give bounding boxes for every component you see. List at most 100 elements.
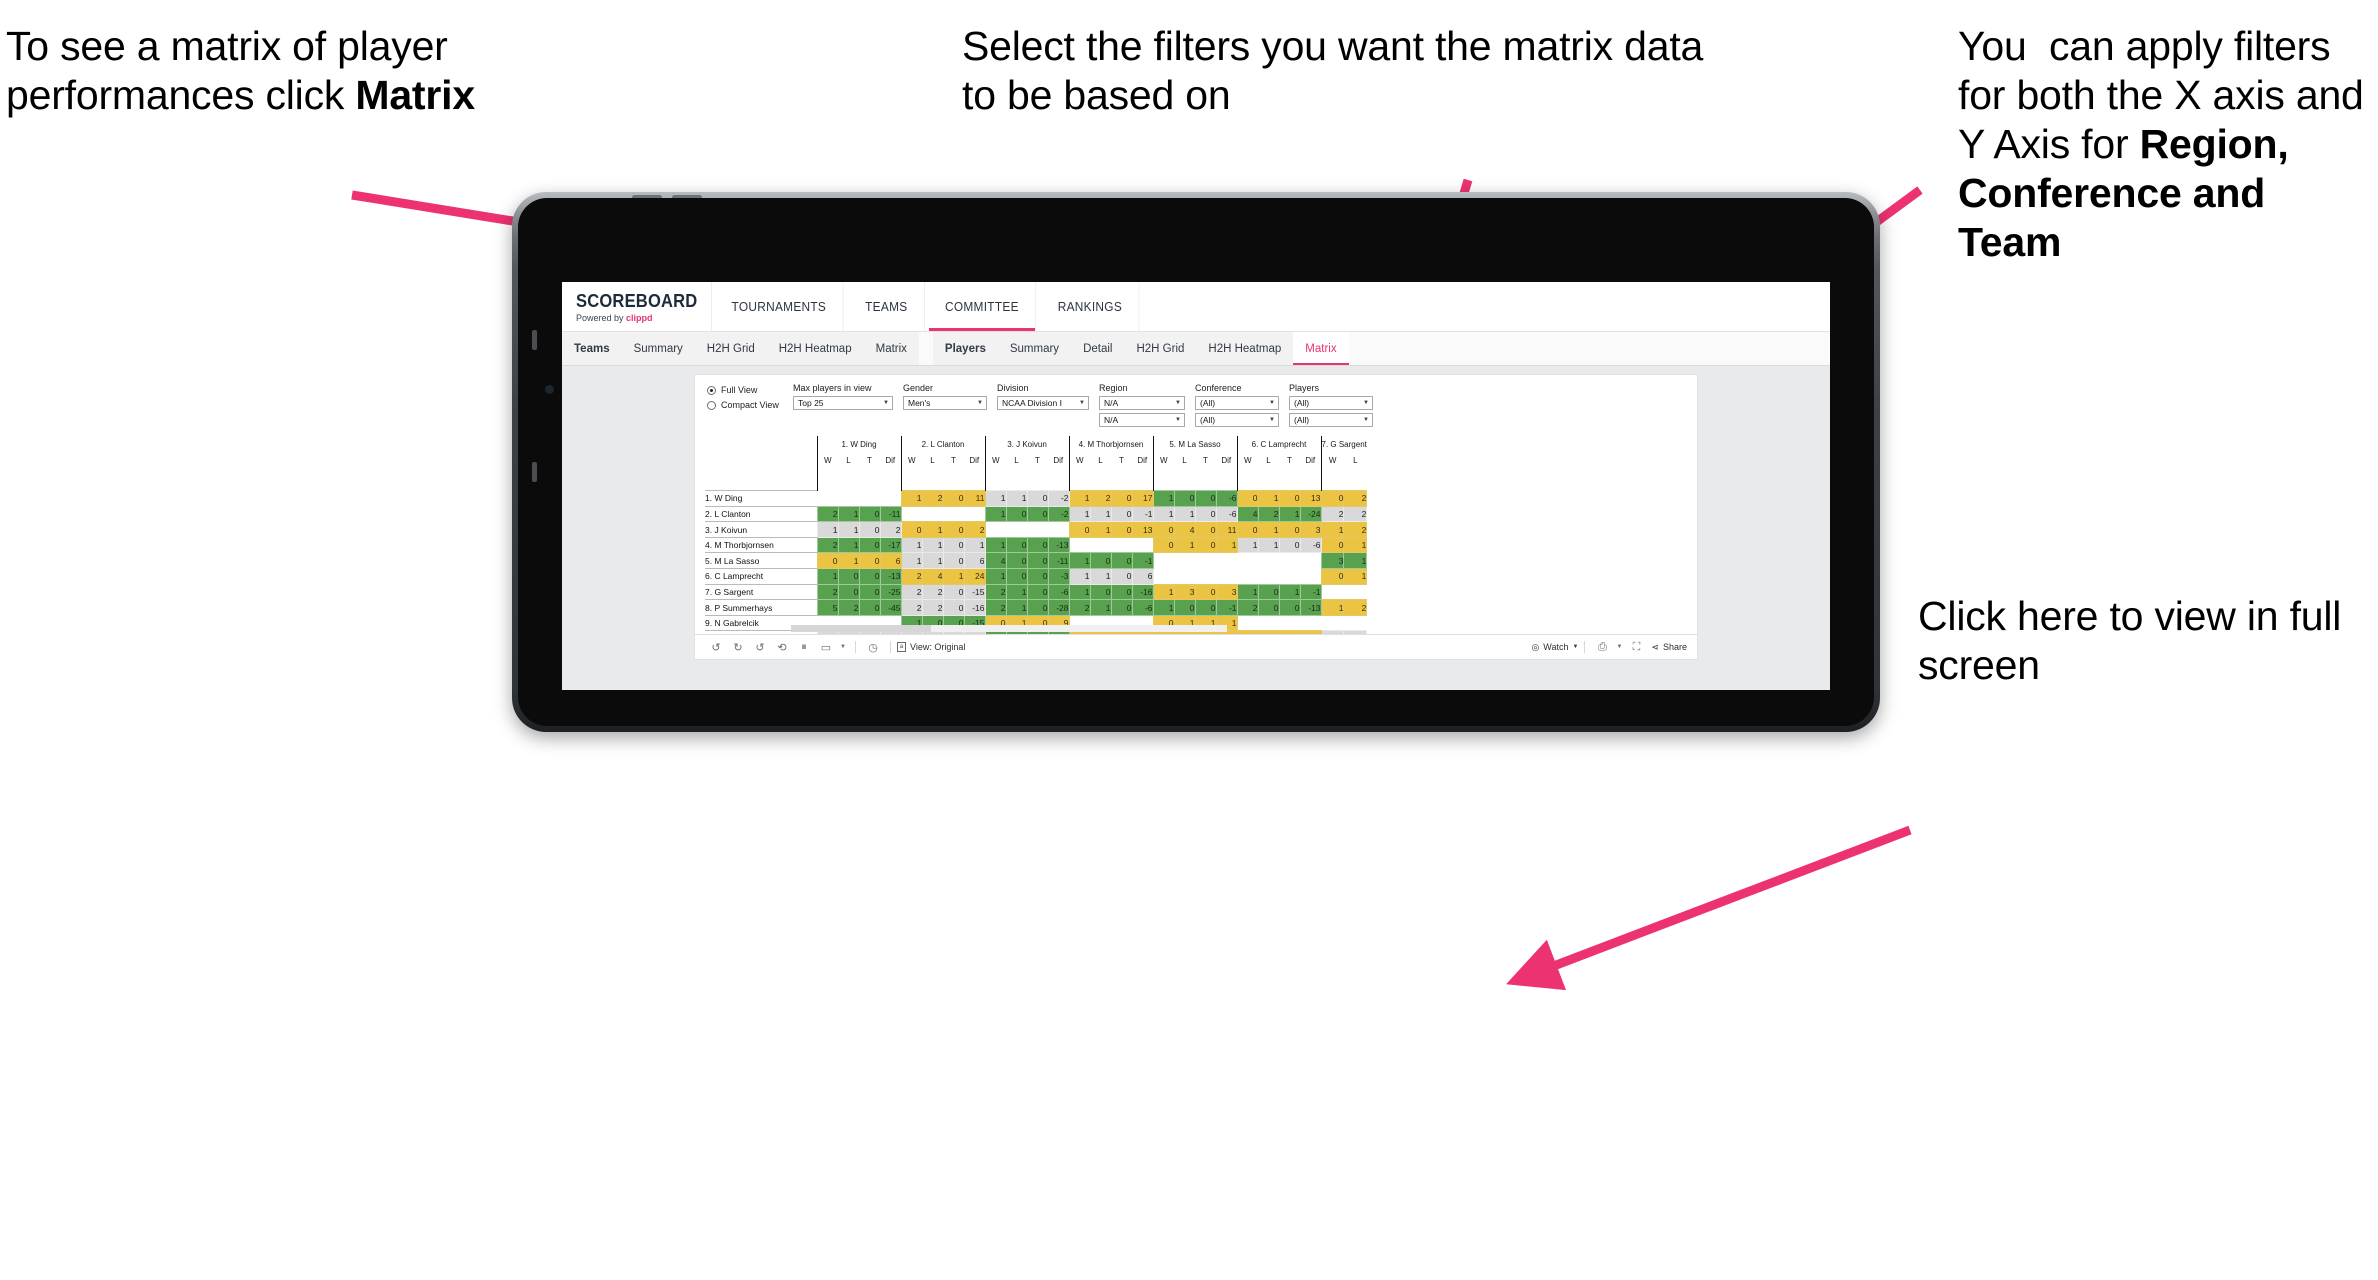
matrix-cell[interactable]: 0 [858,568,881,585]
matrix-cell[interactable]: 0 [1236,630,1259,634]
matrix-cell[interactable] [922,506,943,522]
matrix-cell[interactable] [1300,568,1321,585]
matrix-cell[interactable]: -28 [1047,599,1070,616]
matrix-cell[interactable]: 11 [1215,521,1238,538]
matrix-cell[interactable]: -24 [1299,505,1322,523]
matrix-cell[interactable] [1216,568,1237,585]
matrix-cell[interactable] [1258,615,1279,631]
matrix-cell[interactable]: 0 [1278,490,1301,507]
matrix-cell[interactable]: -6 [1215,505,1238,523]
matrix-cell[interactable]: 1 [963,536,986,554]
matrix-cell[interactable]: -16 [1131,583,1154,601]
matrix-cell[interactable]: 0 [1194,536,1217,554]
matrix-cell[interactable]: -6 [1047,583,1070,601]
matrix-cell[interactable]: 0 [1257,599,1280,616]
matrix-cell[interactable]: 4 [984,552,1007,570]
matrix-cell[interactable] [859,490,880,507]
matrix-cell[interactable]: 2 [816,505,839,523]
matrix-col-header[interactable]: 2. L Clanton [900,436,985,453]
subscribe-icon[interactable]: ⎙ [1591,641,1613,654]
tab-players-h2h-grid[interactable]: H2H Grid [1124,332,1196,365]
matrix-cell[interactable]: 6 [963,552,986,570]
matrix-cell[interactable] [1174,568,1195,585]
matrix-cell[interactable]: 2 [1320,505,1345,523]
matrix-cell[interactable]: 1 [1320,521,1345,538]
matrix-cell[interactable] [901,506,922,522]
matrix-cell[interactable]: 0 [942,536,965,554]
revert-icon[interactable]: ↺ [749,641,771,654]
matrix-cell[interactable]: 1 [1152,599,1175,616]
matrix-cell[interactable]: 1 [816,568,839,585]
matrix-cell[interactable]: 2 [1257,505,1280,523]
matrix-cell[interactable]: 1 [1320,599,1345,616]
matrix-cell[interactable]: 1 [1343,630,1368,634]
matrix-row-header[interactable]: 5. M La Sasso [705,552,817,570]
matrix-cell[interactable]: 1 [837,505,860,523]
matrix-col-header[interactable]: 6. C Lamprecht [1236,436,1321,453]
matrix-cell[interactable]: 2 [1068,599,1091,616]
matrix-cell[interactable]: 1 [1343,568,1368,585]
matrix-cell[interactable]: -2 [1047,490,1070,507]
matrix-cell[interactable] [1090,537,1111,553]
watch-button[interactable]: ◎ Watch ▼ [1531,642,1578,653]
matrix-cell[interactable]: 1 [1152,490,1175,507]
matrix-cell[interactable]: -1 [1131,505,1154,523]
matrix-cell[interactable]: 1 [984,490,1007,507]
radio-full-view[interactable]: Full View [707,385,793,395]
matrix-cell[interactable] [1216,552,1237,569]
matrix-cell[interactable] [1006,521,1027,538]
matrix-cell[interactable]: 0 [1320,490,1345,507]
undo-icon[interactable]: ↺ [705,641,727,654]
matrix-cell[interactable]: 0 [1173,599,1196,616]
filter-gender-select[interactable]: Men's ▼ [903,396,987,410]
matrix-row-header[interactable]: 2. L Clanton [705,505,817,523]
matrix-cell[interactable]: -11 [879,505,902,523]
matrix-cell[interactable]: -17 [879,536,902,554]
matrix-cell[interactable]: 4 [921,568,944,585]
clippd-link[interactable]: clippd [626,313,653,323]
matrix-cell[interactable]: 1 [837,521,860,538]
matrix-cell[interactable]: 0 [942,599,965,616]
matrix-cell[interactable] [1300,552,1321,569]
matrix-cell[interactable]: 2 [921,490,944,507]
filter-players-select-x[interactable]: (All) ▼ [1289,396,1373,410]
tab-players-h2h-heatmap[interactable]: H2H Heatmap [1196,332,1293,365]
matrix-cell[interactable]: -2 [1047,505,1070,523]
filter-division-select[interactable]: NCAA Division I ▼ [997,396,1089,410]
matrix-cell[interactable]: 2 [1236,599,1259,616]
tab-players-detail[interactable]: Detail [1071,332,1124,365]
matrix-cell[interactable]: 2 [1343,505,1368,523]
matrix-cell[interactable]: 0 [1110,583,1133,601]
share-button[interactable]: ⋖ Share [1651,642,1687,653]
fullscreen-icon[interactable]: ⛶ [1625,641,1647,654]
matrix-cell[interactable]: -1 [1131,552,1154,570]
matrix-cell[interactable]: 1 [1320,630,1345,634]
view-original-button[interactable]: a View: Original [897,642,965,652]
alerts-icon[interactable]: ◷ [862,641,884,654]
matrix-cell[interactable]: 0 [900,521,923,538]
matrix-cell[interactable]: 2 [900,568,923,585]
matrix-cell[interactable]: 0 [1194,599,1217,616]
redo-icon[interactable]: ↻ [727,641,749,654]
matrix-cell[interactable]: 0 [1026,552,1049,570]
matrix-cell[interactable]: 0 [942,552,965,570]
matrix-cell[interactable]: 0 [1194,583,1217,601]
refresh-icon[interactable]: ⟲ [771,641,793,654]
matrix-cell[interactable]: 0 [1110,490,1133,507]
matrix-cell[interactable]: 17 [1131,490,1154,507]
matrix-cell[interactable]: 1 [900,536,923,554]
matrix-cell[interactable]: 1 [1089,521,1112,538]
matrix-cell[interactable]: 2 [921,599,944,616]
matrix-cell[interactable] [1153,568,1174,585]
matrix-cell[interactable] [1343,584,1367,600]
matrix-cell[interactable]: -1 [1215,599,1238,616]
matrix-cell[interactable]: -25 [879,583,902,601]
matrix-col-header[interactable]: 4. M Thorbjornsen [1068,436,1153,453]
matrix-cell[interactable]: 1 [837,536,860,554]
matrix-cell[interactable]: 0 [858,599,881,616]
volume-up-button[interactable] [532,330,537,350]
matrix-cell[interactable]: 1 [1068,568,1091,585]
matrix-cell[interactable]: 1 [984,505,1007,523]
matrix-cell[interactable]: 0 [858,505,881,523]
matrix-cell[interactable]: -3 [1047,568,1070,585]
